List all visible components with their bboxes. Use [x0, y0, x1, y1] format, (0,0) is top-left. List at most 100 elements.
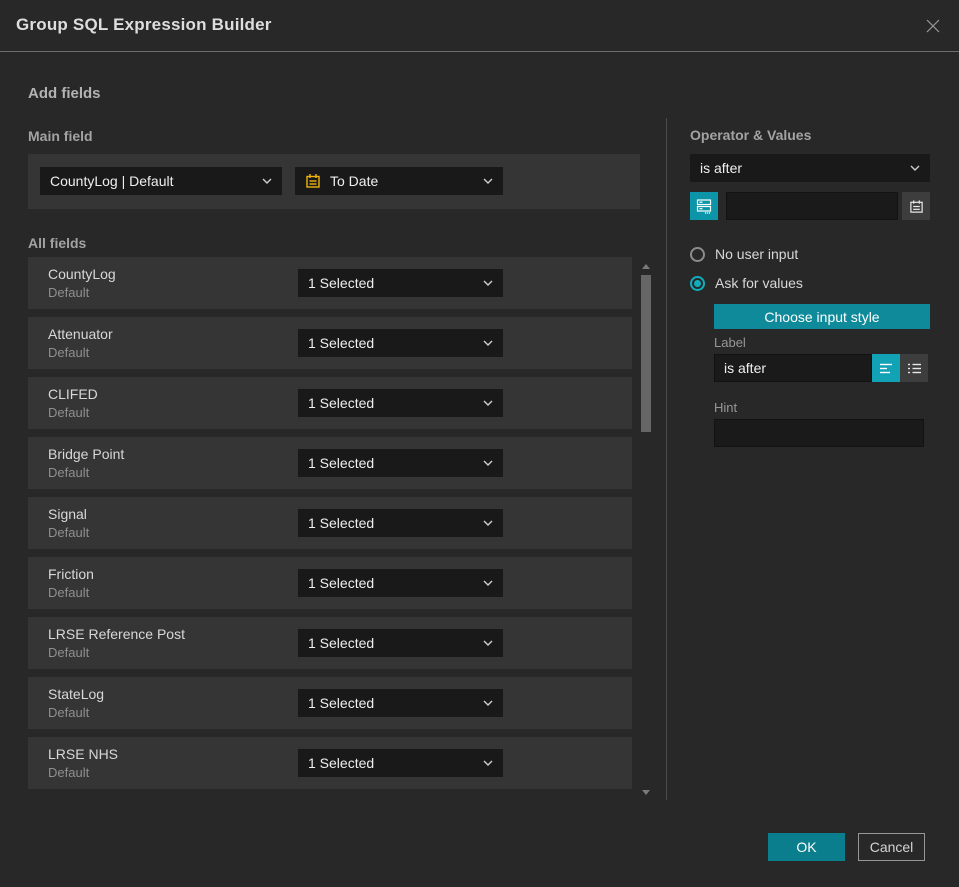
main-field-select[interactable]: CountyLog | Default: [40, 167, 282, 195]
bullet-list-icon: [907, 362, 922, 375]
field-name: Friction: [48, 566, 94, 582]
field-subtitle: Default: [48, 525, 90, 540]
close-icon: [925, 18, 941, 34]
hint-caption: Hint: [714, 400, 738, 415]
chevron-down-icon: [483, 700, 493, 706]
chevron-down-icon: [910, 165, 920, 171]
field-selected-value: 1 Selected: [308, 755, 375, 771]
field-selected-dropdown[interactable]: 1 Selected: [298, 749, 503, 777]
cancel-button[interactable]: Cancel: [858, 833, 925, 861]
chevron-down-icon: [483, 460, 493, 466]
chevron-down-icon: [483, 580, 493, 586]
field-name: Signal: [48, 506, 87, 522]
panel-divider: [666, 118, 667, 800]
field-subtitle: Default: [48, 285, 90, 300]
calendar-icon: [909, 199, 924, 214]
list-scrollbar[interactable]: [640, 262, 652, 800]
scrollbar-up-arrow-icon[interactable]: [642, 264, 650, 269]
main-field-label: Main field: [28, 128, 93, 144]
field-name: LRSE NHS: [48, 746, 119, 762]
operator-values-heading: Operator & Values: [690, 127, 812, 143]
field-selected-value: 1 Selected: [308, 635, 375, 651]
field-name: StateLog: [48, 686, 105, 702]
field-selected-dropdown[interactable]: 1 Selected: [298, 449, 503, 477]
field-subtitle: Default: [48, 345, 90, 360]
field-subtitle: Default: [48, 465, 90, 480]
main-date-select[interactable]: To Date: [295, 167, 503, 195]
field-subtitle: Default: [48, 645, 90, 660]
field-selected-value: 1 Selected: [308, 335, 375, 351]
field-row: StateLog Default 1 Selected: [28, 677, 632, 729]
radio-icon: [690, 275, 705, 291]
field-selected-dropdown[interactable]: 1 Selected: [298, 629, 503, 657]
label-caption: Label: [714, 335, 746, 350]
field-selected-dropdown[interactable]: 1 Selected: [298, 389, 503, 417]
radio-ask-for-values-label: Ask for values: [715, 275, 803, 291]
field-subtitle: Default: [48, 585, 90, 600]
chevron-down-icon: [483, 280, 493, 286]
stacked-fields-icon: [696, 198, 712, 214]
all-fields-list: CountyLog Default 1 Selected Attenuator …: [28, 257, 632, 797]
field-selected-dropdown[interactable]: 1 Selected: [298, 689, 503, 717]
close-button[interactable]: [921, 14, 945, 38]
field-selected-value: 1 Selected: [308, 515, 375, 531]
hint-input[interactable]: [714, 419, 924, 447]
list-style-button[interactable]: [900, 354, 928, 382]
chevron-down-icon: [483, 640, 493, 646]
value-input[interactable]: [726, 192, 898, 220]
single-line-style-button[interactable]: [872, 354, 900, 382]
field-row: Friction Default 1 Selected: [28, 557, 632, 609]
chevron-down-icon: [262, 178, 272, 184]
group-sql-expression-builder-dialog: Group SQL Expression Builder Add fields …: [0, 0, 959, 887]
field-name: LRSE Reference Post: [48, 626, 185, 642]
field-selected-dropdown[interactable]: 1 Selected: [298, 569, 503, 597]
field-selected-dropdown[interactable]: 1 Selected: [298, 269, 503, 297]
field-row: Signal Default 1 Selected: [28, 497, 632, 549]
field-row: LRSE NHS Default 1 Selected: [28, 737, 632, 789]
align-left-icon: [879, 362, 894, 375]
chevron-down-icon: [483, 400, 493, 406]
field-name: Attenuator: [48, 326, 113, 342]
ok-button[interactable]: OK: [768, 833, 845, 861]
field-row: Bridge Point Default 1 Selected: [28, 437, 632, 489]
chevron-down-icon: [483, 340, 493, 346]
field-name: CLIFED: [48, 386, 98, 402]
field-row: CountyLog Default 1 Selected: [28, 257, 632, 309]
field-selected-dropdown[interactable]: 1 Selected: [298, 329, 503, 357]
main-field-select-value: CountyLog | Default: [50, 173, 174, 189]
field-name: CountyLog: [48, 266, 116, 282]
main-date-select-value: To Date: [330, 173, 379, 189]
scrollbar-down-arrow-icon[interactable]: [642, 790, 650, 795]
field-subtitle: Default: [48, 765, 90, 780]
field-selected-dropdown[interactable]: 1 Selected: [298, 509, 503, 537]
chevron-down-icon: [483, 760, 493, 766]
radio-no-user-input[interactable]: No user input: [690, 245, 798, 263]
choose-input-style-button[interactable]: Choose input style: [714, 304, 930, 329]
field-name: Bridge Point: [48, 446, 125, 462]
chevron-down-icon: [483, 520, 493, 526]
operator-select[interactable]: is after: [690, 154, 930, 182]
main-field-panel: CountyLog | Default To Date: [28, 154, 640, 209]
chevron-down-icon: [483, 178, 493, 184]
calendar-icon: [305, 173, 321, 189]
add-fields-heading: Add fields: [28, 85, 101, 102]
field-row: LRSE Reference Post Default 1 Selected: [28, 617, 632, 669]
radio-no-user-input-label: No user input: [715, 246, 799, 262]
field-subtitle: Default: [48, 705, 90, 720]
radio-icon: [690, 246, 705, 262]
scrollbar-thumb[interactable]: [641, 275, 651, 432]
field-selected-value: 1 Selected: [308, 395, 375, 411]
all-fields-label: All fields: [28, 235, 87, 251]
value-type-button[interactable]: [690, 192, 718, 220]
field-row: Attenuator Default 1 Selected: [28, 317, 632, 369]
label-input[interactable]: [714, 354, 872, 382]
field-row: CLIFED Default 1 Selected: [28, 377, 632, 429]
field-selected-value: 1 Selected: [308, 455, 375, 471]
field-selected-value: 1 Selected: [308, 695, 375, 711]
operator-select-value: is after: [700, 160, 743, 176]
field-selected-value: 1 Selected: [308, 275, 375, 291]
radio-ask-for-values[interactable]: Ask for values: [690, 274, 803, 292]
date-picker-button[interactable]: [902, 192, 930, 220]
title-bar: Group SQL Expression Builder: [0, 0, 959, 52]
field-selected-value: 1 Selected: [308, 575, 375, 591]
